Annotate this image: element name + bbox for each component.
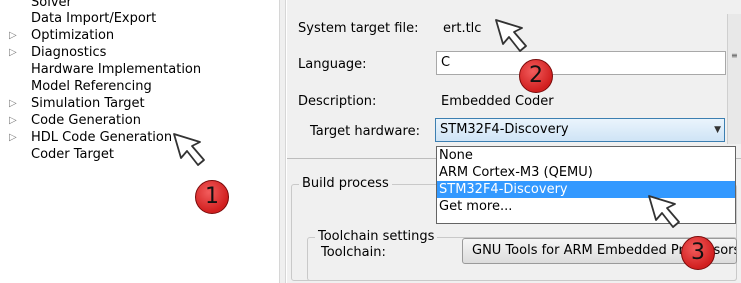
toolchain-label: Toolchain: bbox=[321, 245, 386, 260]
toolchain-settings-title: Toolchain settings bbox=[315, 229, 438, 244]
tree-item-label: Data Import/Export bbox=[31, 11, 157, 26]
language-field[interactable]: C bbox=[436, 51, 726, 75]
dropdown-option-none[interactable]: None bbox=[437, 147, 735, 164]
tree-item-label: Optimization bbox=[31, 28, 115, 43]
pointer-arrow-icon bbox=[173, 133, 205, 166]
tree-item-label: Simulation Target bbox=[31, 96, 145, 111]
system-target-label: System target file: bbox=[298, 21, 419, 36]
language-value: C bbox=[441, 55, 451, 70]
tree-item-label: Model Referencing bbox=[31, 79, 152, 94]
build-process-title: Build process bbox=[299, 176, 392, 191]
target-hardware-label: Target hardware: bbox=[310, 124, 420, 139]
chevron-down-icon: ▼ bbox=[714, 125, 721, 135]
expand-arrow-icon[interactable]: ▷ bbox=[9, 112, 19, 130]
expand-arrow-icon[interactable]: ▷ bbox=[9, 95, 19, 113]
target-hardware-select[interactable]: STM32F4-Discovery ▼ bbox=[435, 118, 725, 142]
tree-item-label: Diagnostics bbox=[31, 45, 107, 60]
step-badge-3: 3 bbox=[681, 236, 715, 270]
dropdown-option-arm-cortex-m3[interactable]: ARM Cortex-M3 (QEMU) bbox=[437, 164, 735, 181]
language-label: Language: bbox=[298, 57, 367, 72]
tree-item-label: Code Generation bbox=[31, 112, 141, 130]
target-hardware-dropdown: None ARM Cortex-M3 (QEMU) STM32F4-Discov… bbox=[436, 146, 736, 224]
target-hardware-value: STM32F4-Discovery bbox=[440, 122, 569, 137]
tree-item-label: Hardware Implementation bbox=[31, 62, 202, 77]
pointer-arrow-icon bbox=[648, 195, 680, 228]
config-tree: Solver Data Import/Export ▷ Optimization… bbox=[0, 0, 279, 283]
description-value: Embedded Coder bbox=[441, 94, 554, 109]
vertical-scrollbar[interactable]: ≡ bbox=[727, 14, 741, 144]
tree-item-label: HDL Code Generation bbox=[31, 130, 173, 145]
pane-splitter[interactable] bbox=[279, 0, 286, 283]
step-badge-1: 1 bbox=[195, 180, 229, 214]
system-target-value[interactable]: ert.tlc bbox=[443, 21, 481, 36]
description-label: Description: bbox=[298, 94, 377, 109]
expand-arrow-icon[interactable]: ▷ bbox=[9, 129, 19, 147]
dropdown-option-get-more[interactable]: Get more... bbox=[437, 198, 735, 215]
step-badge-2: 2 bbox=[519, 59, 553, 93]
scroll-grip-icon: ≡ bbox=[731, 51, 738, 60]
dropdown-option-stm32f4-discovery[interactable]: STM32F4-Discovery bbox=[437, 181, 735, 198]
expand-arrow-icon[interactable]: ▷ bbox=[9, 27, 19, 45]
pointer-arrow-icon bbox=[495, 19, 527, 52]
expand-arrow-icon[interactable]: ▷ bbox=[9, 44, 19, 62]
tree-item-label: Coder Target bbox=[31, 147, 114, 162]
